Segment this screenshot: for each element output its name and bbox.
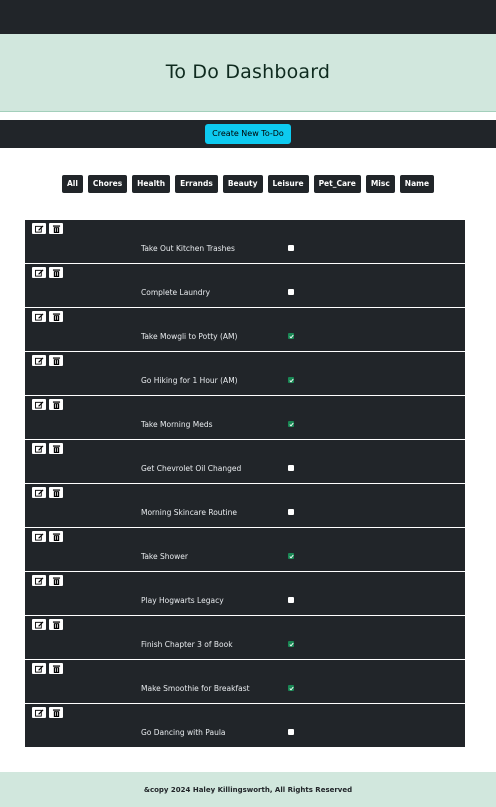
edit-icon[interactable]: [32, 355, 46, 366]
create-todo-button[interactable]: Create New To-Do: [205, 124, 291, 144]
todo-title: Play Hogwarts Legacy: [141, 596, 224, 605]
todo-checkbox-checked[interactable]: [288, 421, 294, 427]
todo-checkbox-checked[interactable]: [288, 377, 294, 383]
header-banner: To Do Dashboard: [0, 34, 496, 112]
edit-icon[interactable]: [32, 531, 46, 542]
todo-checkbox-checked[interactable]: [288, 641, 294, 647]
todo-title: Get Chevrolet Oil Changed: [141, 464, 242, 473]
todo-item: Complete Laundry: [25, 264, 465, 308]
todo-list: Take Out Kitchen Trashes Complete Laundr…: [25, 220, 465, 747]
filter-errands-button[interactable]: Errands: [175, 175, 218, 193]
trash-icon[interactable]: [49, 355, 63, 366]
trash-icon[interactable]: [49, 531, 63, 542]
todo-title: Take Mowgli to Potty (AM): [141, 332, 238, 341]
todo-checkbox[interactable]: [288, 245, 294, 251]
todo-title: Make Smoothie for Breakfast: [141, 684, 250, 693]
todo-title: Go Dancing with Paula: [141, 728, 226, 737]
trash-icon[interactable]: [49, 663, 63, 674]
trash-icon[interactable]: [49, 707, 63, 718]
todo-title: Go Hiking for 1 Hour (AM): [141, 376, 238, 385]
copyright-text: &copy 2024 Haley Killingsworth, All Righ…: [143, 785, 353, 794]
todo-item: Go Dancing with Paula: [25, 704, 465, 747]
filter-misc-button[interactable]: Misc: [365, 175, 395, 193]
filter-health-button[interactable]: Health: [132, 175, 171, 193]
todo-checkbox-checked[interactable]: [288, 553, 294, 559]
todo-item: Finish Chapter 3 of Book: [25, 616, 465, 660]
todo-item: Take Shower: [25, 528, 465, 572]
edit-icon[interactable]: [32, 663, 46, 674]
todo-checkbox[interactable]: [288, 289, 294, 295]
todo-item: Play Hogwarts Legacy: [25, 572, 465, 616]
page-title: To Do Dashboard: [165, 60, 331, 83]
trash-icon[interactable]: [49, 619, 63, 630]
top-navbar: [0, 0, 496, 34]
filter-leisure-button[interactable]: Leisure: [267, 175, 309, 193]
todo-item: Get Chevrolet Oil Changed: [25, 440, 465, 484]
filter-chores-button[interactable]: Chores: [87, 175, 128, 193]
trash-icon[interactable]: [49, 443, 63, 454]
todo-checkbox[interactable]: [288, 465, 294, 471]
footer: &copy 2024 Haley Killingsworth, All Righ…: [0, 772, 496, 807]
todo-checkbox[interactable]: [288, 729, 294, 735]
todo-checkbox[interactable]: [288, 509, 294, 515]
edit-icon[interactable]: [32, 487, 46, 498]
checkmark-icon: [288, 334, 294, 338]
create-bar: Create New To-Do: [0, 120, 496, 148]
todo-checkbox[interactable]: [288, 597, 294, 603]
filter-beauty-button[interactable]: Beauty: [222, 175, 263, 193]
trash-icon[interactable]: [49, 399, 63, 410]
trash-icon[interactable]: [49, 311, 63, 322]
checkmark-icon: [288, 554, 294, 558]
edit-icon[interactable]: [32, 399, 46, 410]
trash-icon[interactable]: [49, 487, 63, 498]
edit-icon[interactable]: [32, 443, 46, 454]
todo-item: Take Morning Meds: [25, 396, 465, 440]
filter-pet-care-button[interactable]: Pet_Care: [313, 175, 361, 193]
todo-item: Take Mowgli to Potty (AM): [25, 308, 465, 352]
todo-title: Take Shower: [141, 552, 188, 561]
todo-title: Take Out Kitchen Trashes: [141, 244, 235, 253]
todo-title: Take Morning Meds: [141, 420, 213, 429]
filter-all-button[interactable]: All: [61, 175, 83, 193]
edit-icon[interactable]: [32, 311, 46, 322]
todo-item: Morning Skincare Routine: [25, 484, 465, 528]
todo-item: Go Hiking for 1 Hour (AM): [25, 352, 465, 396]
todo-checkbox-checked[interactable]: [288, 333, 294, 339]
trash-icon[interactable]: [49, 575, 63, 586]
todo-title: Morning Skincare Routine: [141, 508, 237, 517]
filter-bar: All Chores Health Errands Beauty Leisure…: [0, 175, 496, 193]
edit-icon[interactable]: [32, 267, 46, 278]
edit-icon[interactable]: [32, 707, 46, 718]
checkmark-icon: [288, 378, 294, 382]
todo-title: Finish Chapter 3 of Book: [141, 640, 233, 649]
trash-icon[interactable]: [49, 267, 63, 278]
checkmark-icon: [288, 686, 294, 690]
checkmark-icon: [288, 642, 294, 646]
edit-icon[interactable]: [32, 575, 46, 586]
todo-title: Complete Laundry: [141, 288, 211, 297]
sort-by-name-button[interactable]: Name: [399, 175, 435, 193]
todo-item: Make Smoothie for Breakfast: [25, 660, 465, 704]
todo-item: Take Out Kitchen Trashes: [25, 220, 465, 264]
checkmark-icon: [288, 422, 294, 426]
edit-icon[interactable]: [32, 223, 46, 234]
trash-icon[interactable]: [49, 223, 63, 234]
edit-icon[interactable]: [32, 619, 46, 630]
todo-checkbox-checked[interactable]: [288, 685, 294, 691]
